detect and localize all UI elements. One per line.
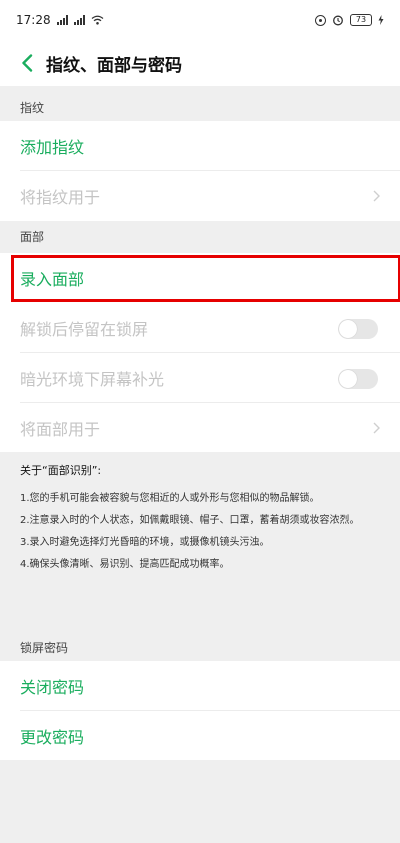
- chevron-left-icon: [22, 54, 33, 72]
- dim-light-fill-toggle[interactable]: [338, 369, 378, 389]
- status-time: 17:28: [16, 13, 51, 27]
- use-face-for-item[interactable]: 将面部用于: [0, 403, 400, 453]
- battery-icon: 73: [350, 14, 372, 26]
- section-label-lock-password: 锁屏密码: [20, 641, 69, 655]
- bottom-area: [0, 760, 400, 843]
- about-item: 1.您的手机可能会被容貌与您相近的人或外形与您相似的物品解锁。: [20, 493, 320, 504]
- signal-icon: [56, 15, 68, 25]
- add-fingerprint-item[interactable]: 添加指纹: [0, 121, 400, 171]
- stay-on-lockscreen-item[interactable]: 解锁后停留在锁屏: [0, 303, 400, 353]
- close-password-label: 关闭密码: [20, 678, 85, 697]
- status-right: 73: [315, 14, 384, 26]
- charging-icon: [378, 15, 384, 25]
- enroll-face-label: 录入面部: [20, 270, 85, 289]
- dim-light-fill-item[interactable]: 暗光环境下屏幕补光: [0, 353, 400, 403]
- back-button[interactable]: [12, 48, 42, 78]
- section-label-face: 面部: [20, 230, 45, 244]
- toggle-knob: [339, 320, 357, 338]
- use-fingerprint-for-item[interactable]: 将指纹用于: [0, 171, 400, 221]
- change-password-item[interactable]: 更改密码: [0, 711, 400, 761]
- about-item: 4.确保头像清晰、易识别、提高匹配成功概率。: [20, 559, 230, 570]
- stay-on-lockscreen-toggle[interactable]: [338, 319, 378, 339]
- chevron-right-icon: [373, 190, 380, 202]
- about-face-recognition: 关于“面部识别”: 1.您的手机可能会被容貌与您相近的人或外形与您相似的物品解锁…: [0, 452, 400, 620]
- nfc-icon: [315, 14, 326, 26]
- close-password-item[interactable]: 关闭密码: [0, 661, 400, 711]
- status-bar: 17:28 73: [0, 0, 400, 40]
- use-face-for-label: 将面部用于: [20, 420, 101, 439]
- enroll-face-item[interactable]: 录入面部: [0, 253, 400, 303]
- stay-on-lockscreen-label: 解锁后停留在锁屏: [20, 320, 149, 339]
- chevron-right-icon: [373, 422, 380, 434]
- use-fingerprint-for-label: 将指纹用于: [20, 188, 101, 207]
- about-item: 2.注意录入时的个人状态，如佩戴眼镜、帽子、口罩，蓄着胡须或妆容浓烈。: [20, 515, 360, 526]
- dim-light-fill-label: 暗光环境下屏幕补光: [20, 370, 165, 389]
- add-fingerprint-label: 添加指纹: [20, 138, 85, 157]
- status-left: 17:28: [16, 13, 104, 27]
- toggle-knob: [339, 370, 357, 388]
- section-label-fingerprint: 指纹: [20, 101, 45, 115]
- wifi-icon: [91, 15, 104, 25]
- signal-icon-2: [73, 15, 85, 25]
- app-header: 指纹、面部与密码: [0, 40, 400, 86]
- change-password-label: 更改密码: [20, 728, 85, 747]
- alarm-icon: [333, 15, 343, 26]
- about-item: 3.录入时避免选择灯光昏暗的环境，或摄像机镜头污浊。: [20, 537, 270, 548]
- about-title: 关于“面部识别”:: [20, 464, 102, 477]
- page-title: 指纹、面部与密码: [46, 55, 182, 76]
